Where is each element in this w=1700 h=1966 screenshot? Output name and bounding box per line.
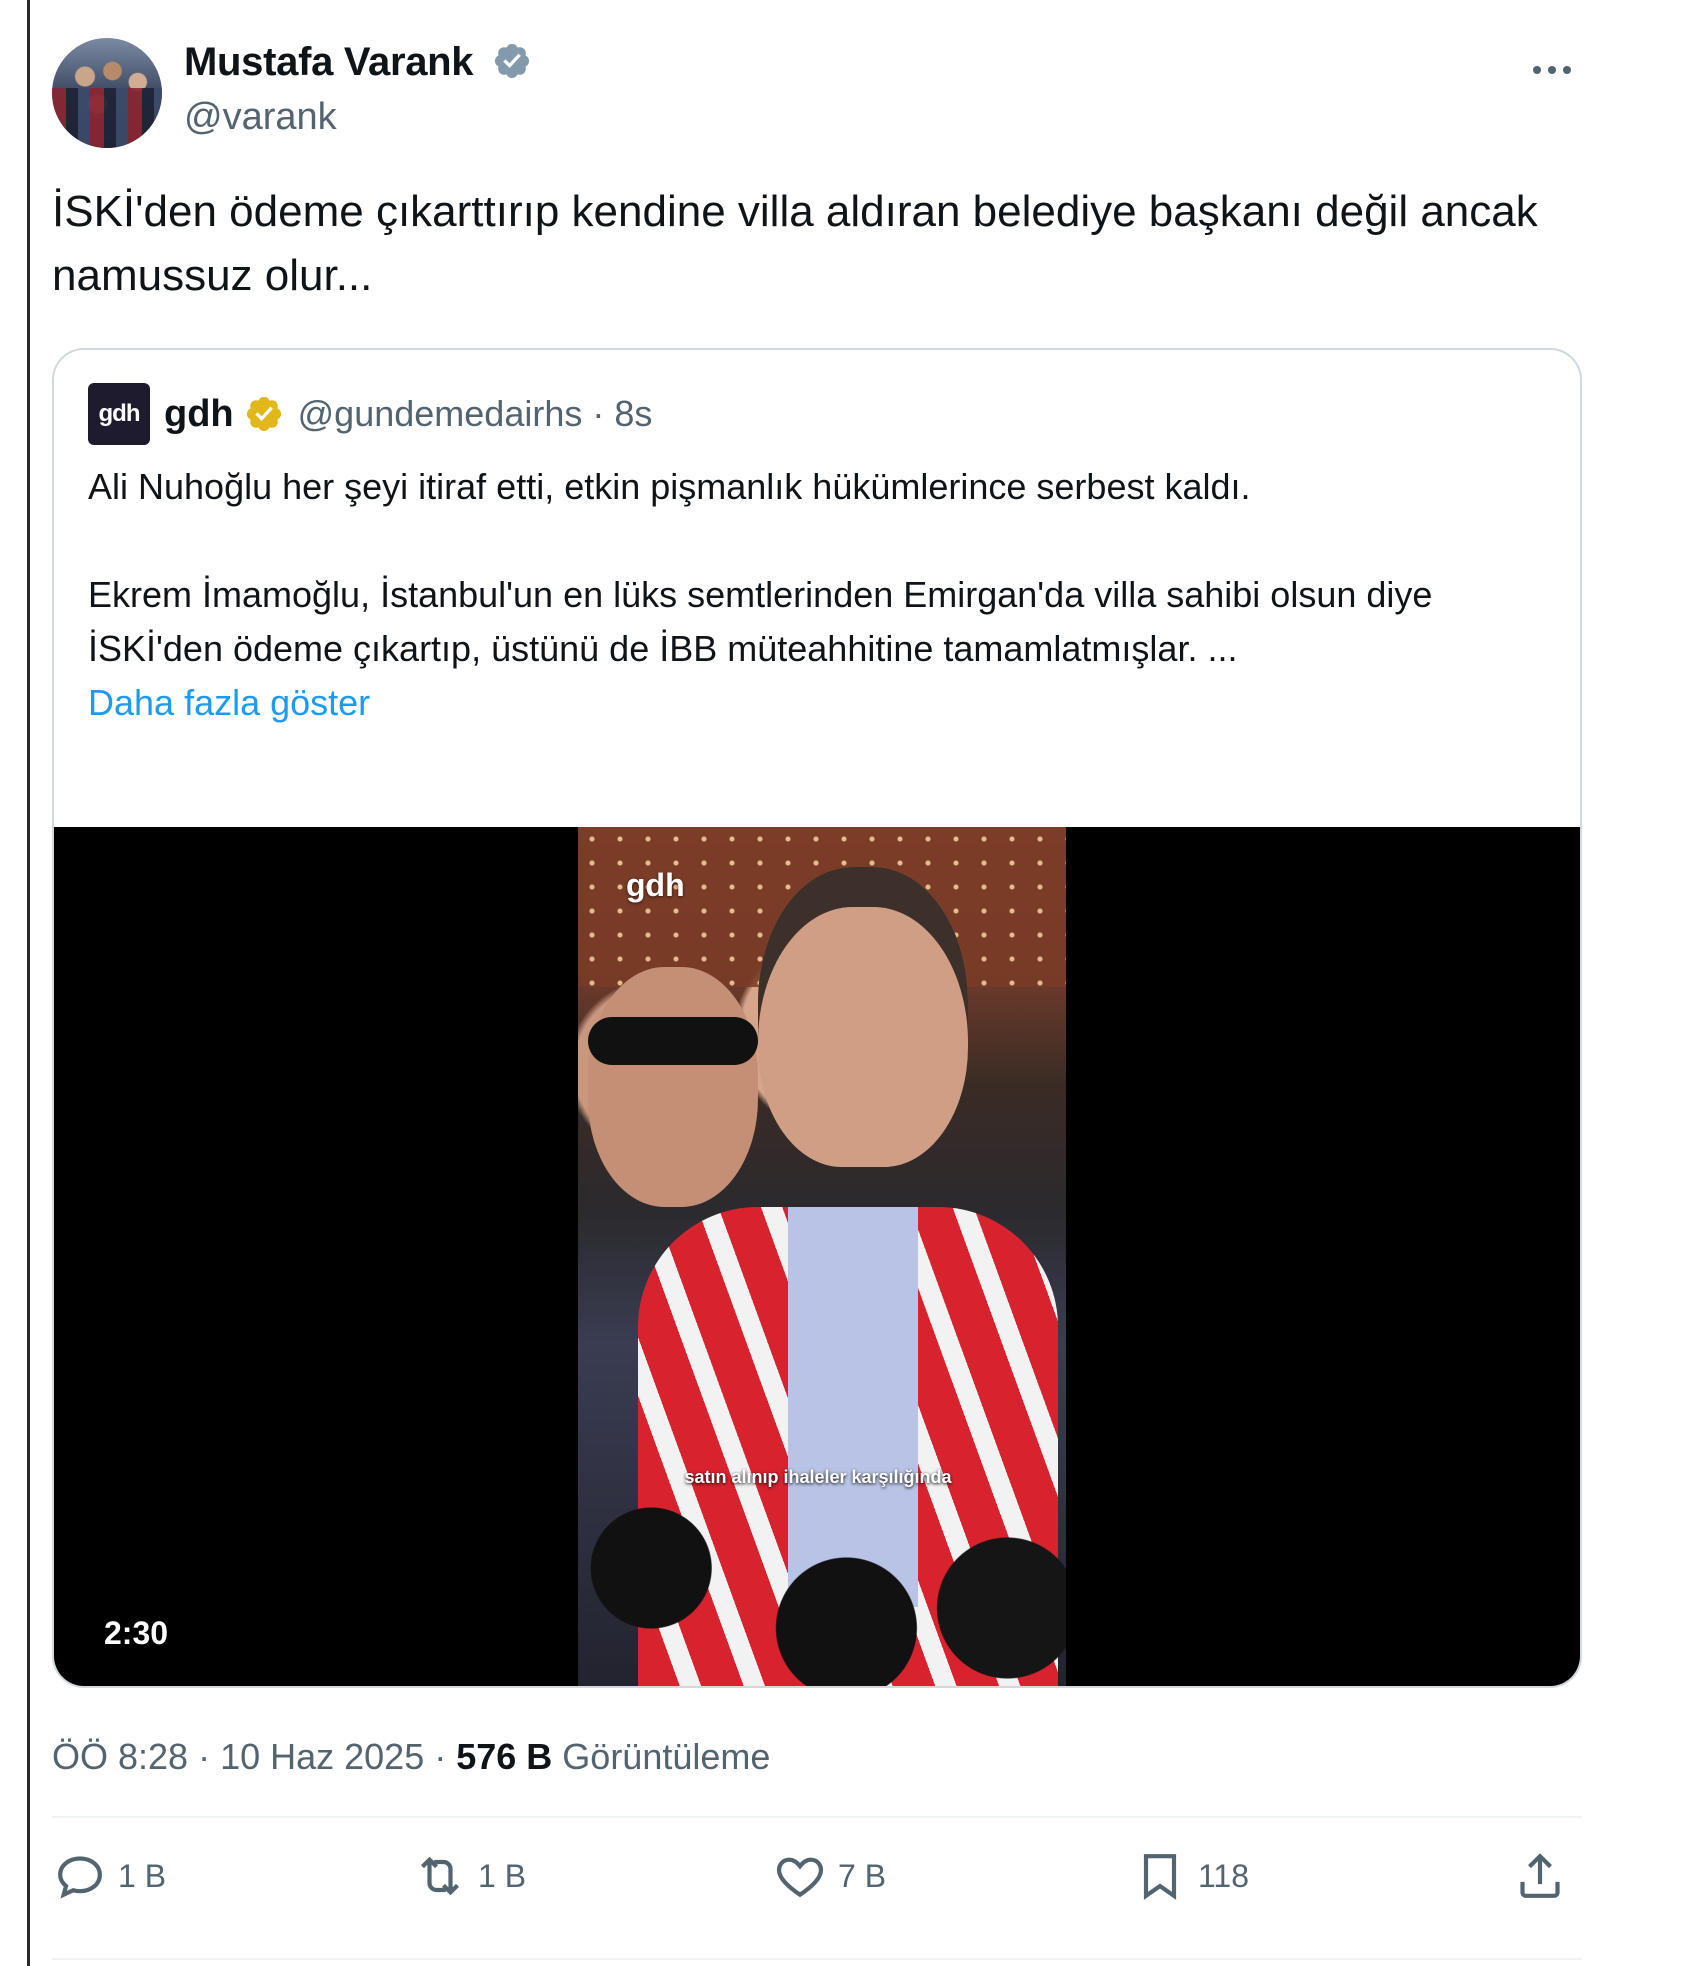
divider (52, 1816, 1582, 1818)
author-handle[interactable]: @varank (184, 96, 337, 139)
quoted-tweet[interactable]: gdh gdh @gundemedairhs · 8s Ali Nuhoğlu … (52, 348, 1582, 1688)
left-border (27, 0, 30, 1966)
bottom-divider (52, 1958, 1582, 1960)
verified-org-badge-icon (246, 396, 281, 432)
verified-badge-icon (495, 43, 530, 79)
author-avatar[interactable] (52, 38, 162, 148)
author-name[interactable]: Mustafa Varank (184, 40, 474, 84)
retweet-icon (421, 1856, 459, 1896)
share-icon (1520, 1853, 1560, 1898)
tweet-card: Mustafa Varank @varank İSKİ'den ödeme çı… (52, 30, 1582, 1960)
views-label: Görüntüleme (552, 1736, 771, 1777)
author-name-row: Mustafa Varank (184, 40, 532, 85)
video-watermark: gdh (626, 867, 685, 903)
like-count: 7 B (838, 1857, 887, 1894)
reply-button[interactable]: 1 B (52, 1848, 166, 1904)
retweet-count: 1 B (478, 1857, 527, 1894)
avatar-photo (52, 87, 162, 148)
video-player[interactable]: gdh satın alınıp ihaleler karşılığında 2… (54, 827, 1580, 1686)
tweet-meta: ÖÖ 8:28 · 10 Haz 2025 · 576 B Görüntülem… (52, 1736, 770, 1778)
quote-paragraph-2: Ekrem İmamoğlu, İstanbul'un en lüks semt… (88, 574, 1433, 669)
tweet-timestamp[interactable]: ÖÖ 8:28 · 10 Haz 2025 · (52, 1736, 456, 1777)
bookmark-icon (1143, 1854, 1177, 1900)
quote-paragraph-1: Ali Nuhoğlu her şeyi itiraf etti, etkin … (88, 466, 1251, 507)
video-thumbnail: gdh satın alınıp ihaleler karşılığında (578, 827, 1066, 1686)
views-count: 576 B (456, 1736, 553, 1777)
heart-icon (776, 1857, 824, 1898)
tweet-text: İSKİ'den ödeme çıkarttırıp kendine villa… (52, 187, 1538, 300)
share-button[interactable] (1512, 1848, 1568, 1904)
bookmark-button[interactable]: 118 (1132, 1848, 1249, 1904)
quote-header: gdh gdh @gundemedairhs · 8s (88, 382, 652, 446)
action-bar: 1 B 1 B 7 B 118 (52, 1840, 1582, 1920)
quote-avatar[interactable]: gdh (88, 383, 150, 445)
video-duration: 2:30 (104, 1615, 169, 1651)
video-subtitle: satın alınıp ihaleler karşılığında (684, 1467, 952, 1487)
reply-icon (58, 1856, 102, 1899)
show-more-link[interactable]: Daha fazla göster (88, 676, 1528, 730)
like-button[interactable]: 7 B (772, 1848, 886, 1904)
quote-handle-time[interactable]: @gundemedairhs · 8s (298, 393, 653, 435)
more-options-icon[interactable] (1522, 50, 1582, 90)
quote-author-name[interactable]: gdh (164, 393, 234, 436)
bookmark-count: 118 (1198, 1857, 1250, 1894)
quote-body: Ali Nuhoğlu her şeyi itiraf etti, etkin … (88, 460, 1528, 730)
retweet-button[interactable]: 1 B (412, 1848, 526, 1904)
reply-count: 1 B (118, 1857, 167, 1894)
